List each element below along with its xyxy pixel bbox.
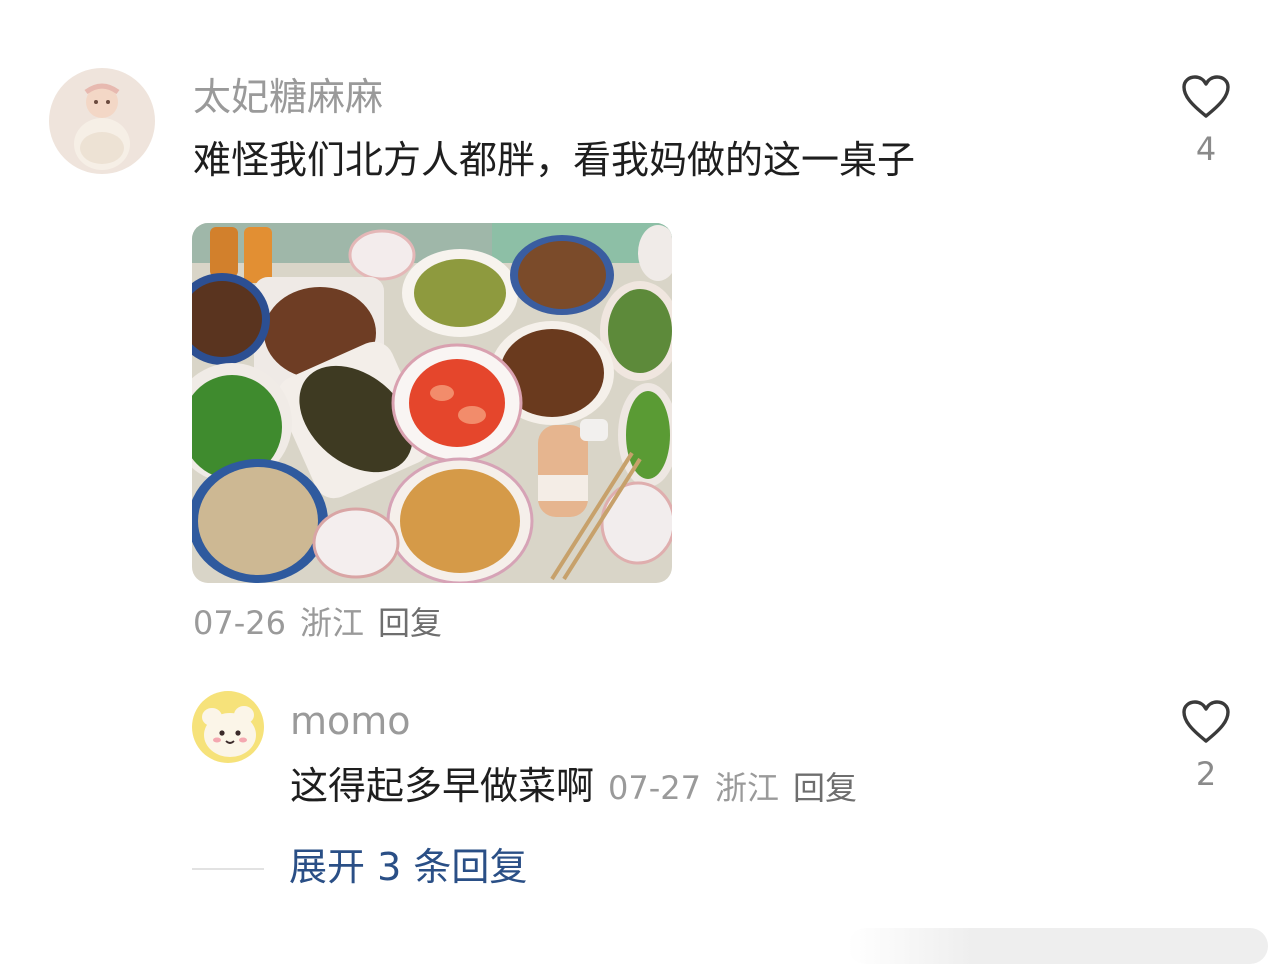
comment-text: 难怪我们北方人都胖，看我妈做的这一桌子 (193, 138, 916, 182)
comment-username[interactable]: 太妃糖麻麻 (193, 78, 383, 116)
reply-reply-button[interactable]: 回复 (793, 769, 857, 807)
reply-text: 这得起多早做菜啊 (290, 764, 595, 808)
like-button[interactable]: 4 (1176, 74, 1236, 168)
avatar[interactable] (49, 68, 155, 174)
divider (192, 868, 264, 870)
like-count: 4 (1195, 130, 1217, 168)
reply-meta: 07-27 浙江 回复 (608, 769, 871, 807)
reply-date: 07-27 (608, 769, 701, 807)
reply-button[interactable]: 回复 (378, 604, 442, 642)
reply-like-count: 2 (1195, 755, 1217, 793)
comment-image[interactable] (192, 223, 672, 583)
reply-like-button[interactable]: 2 (1176, 699, 1236, 793)
comment-location: 浙江 (299, 604, 364, 642)
watermark (848, 928, 1268, 964)
reply-username[interactable]: momo (290, 702, 411, 740)
reply-location: 浙江 (715, 769, 780, 807)
comment-date: 07-26 (193, 604, 286, 642)
comment-meta: 07-26 浙江 回复 (193, 607, 456, 639)
comment-thread: 太妃糖麻麻 难怪我们北方人都胖，看我妈做的这一桌子 4 07-26 浙江 回复 … (0, 0, 1284, 976)
heart-outline-icon (1182, 75, 1230, 118)
reply-avatar[interactable] (192, 691, 264, 763)
heart-outline-icon (1182, 700, 1230, 743)
reply-text-row: 这得起多早做菜啊 07-27 浙江 回复 (290, 767, 871, 805)
expand-replies-label[interactable]: 展开 3 条回复 (289, 848, 527, 886)
